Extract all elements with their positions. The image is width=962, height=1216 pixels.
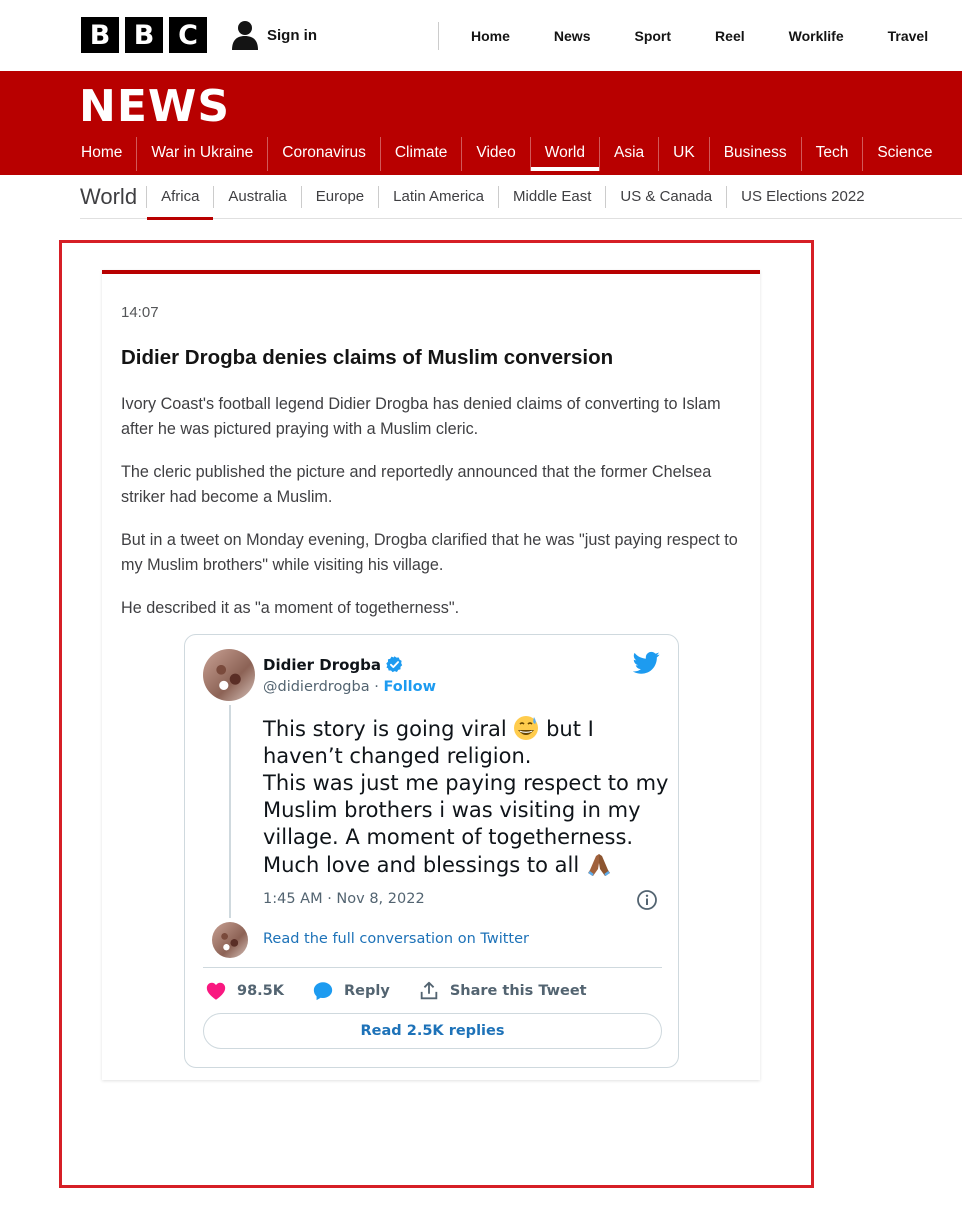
read-full-conversation-link[interactable]: Read the full conversation on Twitter xyxy=(263,931,529,947)
read-replies-button[interactable]: Read 2.5K replies xyxy=(203,1013,662,1049)
tweet-text-line: This was just me paying respect to my Mu… xyxy=(263,771,669,849)
post-body: Ivory Coast's football legend Didier Dro… xyxy=(121,392,746,639)
news-logo[interactable]: NEWS xyxy=(79,81,230,132)
bbc-topbar: B B C Sign in Home News Sport Reel Workl… xyxy=(0,0,962,71)
bbc-logo[interactable]: B B C xyxy=(81,17,207,53)
newsnav-asia[interactable]: Asia xyxy=(598,137,658,171)
author-avatar[interactable] xyxy=(203,649,255,701)
world-nav: Africa Australia Europe Latin America Mi… xyxy=(146,175,878,220)
bbc-logo-letter: B xyxy=(81,17,119,53)
newsnav-tech[interactable]: Tech xyxy=(800,137,863,171)
topbar-divider xyxy=(438,22,439,50)
reply-label: Reply xyxy=(344,983,390,999)
heart-icon xyxy=(206,982,226,1000)
topnav-travel[interactable]: Travel xyxy=(866,0,950,71)
bbc-main-nav: Home News Sport Reel Worklife Travel xyxy=(449,0,950,71)
newsnav-climate[interactable]: Climate xyxy=(379,137,462,171)
tweet-author[interactable]: Didier Drogba xyxy=(263,655,404,674)
newsnav-uk[interactable]: UK xyxy=(658,137,709,171)
info-icon[interactable] xyxy=(636,889,658,911)
folded-hands-emoji-icon xyxy=(587,854,610,876)
bbc-logo-letter: C xyxy=(169,17,207,53)
topnav-sport[interactable]: Sport xyxy=(612,0,693,71)
user-icon xyxy=(232,21,258,50)
tweet-divider xyxy=(203,967,662,968)
bbc-logo-letter: B xyxy=(125,17,163,53)
like-count: 98.5K xyxy=(237,983,285,999)
worldnav-middle-east[interactable]: Middle East xyxy=(498,185,605,208)
verified-badge-icon xyxy=(386,656,403,673)
reply-button[interactable]: Reply xyxy=(312,980,390,1002)
tweet-timestamp[interactable]: 1:45 AM · Nov 8, 2022 xyxy=(263,891,425,907)
handle-separator: · xyxy=(369,679,384,695)
worldnav-europe[interactable]: Europe xyxy=(300,185,378,208)
thread-line xyxy=(229,705,231,918)
tweet-handle-line: @didierdrogba · Follow xyxy=(263,679,436,695)
author-avatar-small[interactable] xyxy=(212,922,248,958)
newsnav-business[interactable]: Business xyxy=(708,137,801,171)
reply-bubble-icon xyxy=(313,982,333,1001)
worldnav-africa[interactable]: Africa xyxy=(146,185,214,220)
post-headline: Didier Drogba denies claims of Muslim co… xyxy=(121,346,614,369)
post-paragraph: He described it as "a moment of together… xyxy=(121,599,460,617)
newsnav-world[interactable]: World xyxy=(529,137,600,171)
tweet-text: This story is going viral but I haven’t … xyxy=(263,715,673,879)
newsnav-coronavirus[interactable]: Coronavirus xyxy=(267,137,380,171)
post-paragraph: But in a tweet on Monday evening, Drogba… xyxy=(121,531,738,574)
share-button[interactable]: Share this Tweet xyxy=(418,980,587,1002)
tweet-text-part: Much love and blessings to all xyxy=(263,853,586,877)
topnav-reel[interactable]: Reel xyxy=(693,0,767,71)
twitter-bird-icon[interactable] xyxy=(633,651,660,675)
newsnav-science[interactable]: Science xyxy=(862,137,946,171)
world-subnav: World Africa Australia Europe Latin Amer… xyxy=(80,175,962,220)
topnav-worklife[interactable]: Worklife xyxy=(767,0,866,71)
section-title: World xyxy=(80,183,138,209)
tweet-handle[interactable]: @didierdrogba xyxy=(263,679,370,695)
sign-in-link[interactable]: Sign in xyxy=(231,20,317,50)
post-paragraph: The cleric published the picture and rep… xyxy=(121,463,712,506)
follow-link[interactable]: Follow xyxy=(383,679,436,695)
newsnav-home[interactable]: Home xyxy=(67,137,136,171)
tweet-text-part: This story is going viral xyxy=(263,717,514,741)
news-nav: Home War in Ukraine Coronavirus Climate … xyxy=(67,137,947,171)
worldnav-latin-america[interactable]: Latin America xyxy=(378,185,498,208)
tweet-actions: 98.5K Reply Share this Tweet xyxy=(205,980,587,1002)
topnav-home[interactable]: Home xyxy=(449,0,532,71)
worldnav-australia[interactable]: Australia xyxy=(213,185,300,208)
sign-in-label: Sign in xyxy=(267,26,317,44)
grinning-sweat-emoji-icon xyxy=(514,716,539,740)
post-paragraph: Ivory Coast's football legend Didier Dro… xyxy=(121,395,721,438)
newsnav-war-in-ukraine[interactable]: War in Ukraine xyxy=(136,137,267,171)
post-time: 14:07 xyxy=(121,304,159,321)
like-button[interactable]: 98.5K xyxy=(205,980,284,1002)
embedded-tweet: Didier Drogba @didierdrogba · Follow Thi… xyxy=(184,634,679,1068)
worldnav-us-canada[interactable]: US & Canada xyxy=(605,185,726,208)
newsnav-video[interactable]: Video xyxy=(461,137,529,171)
share-label: Share this Tweet xyxy=(449,983,587,999)
topnav-news[interactable]: News xyxy=(532,0,613,71)
worldnav-us-elections[interactable]: US Elections 2022 xyxy=(726,185,878,208)
share-icon xyxy=(420,981,438,1000)
news-bar: NEWS Home War in Ukraine Coronavirus Cli… xyxy=(0,71,962,175)
tweet-author-name: Didier Drogba xyxy=(263,655,382,674)
